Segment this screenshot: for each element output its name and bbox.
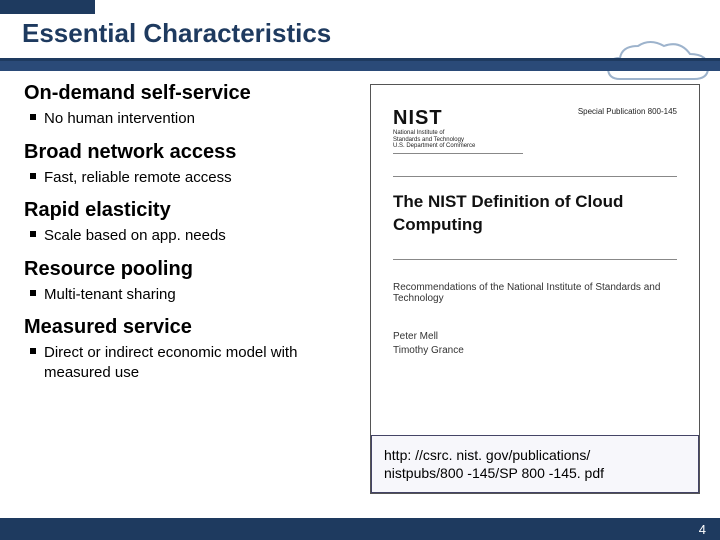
document-authors: Peter Mell Timothy Grance xyxy=(393,330,677,358)
section-head: Rapid elasticity xyxy=(24,199,354,222)
section-head: Resource pooling xyxy=(24,258,354,281)
top-accent-bar xyxy=(0,0,95,14)
footer-bar: 4 xyxy=(0,518,720,540)
bullet-item: Multi-tenant sharing xyxy=(24,285,354,305)
bullet-item: Fast, reliable remote access xyxy=(24,168,354,188)
document-figure: NIST National Institute of Standards and… xyxy=(370,84,700,494)
page-number: 4 xyxy=(699,522,706,537)
title-rule-thick xyxy=(0,61,720,71)
divider xyxy=(393,259,677,260)
bullet-item: Direct or indirect economic model with m… xyxy=(24,343,354,382)
bullet-item: Scale based on app. needs xyxy=(24,226,354,246)
nist-logo-subtext: U.S. Department of Commerce xyxy=(393,143,475,149)
url-caption: http: //csrc. nist. gov/publications/ ni… xyxy=(371,435,699,493)
divider xyxy=(393,176,677,177)
publication-number: Special Publication 800-145 xyxy=(578,107,677,116)
document-subtitle: Recommendations of the National Institut… xyxy=(393,282,677,304)
bullet-item: No human intervention xyxy=(24,109,354,129)
slide: Essential Characteristics On-demand self… xyxy=(0,0,720,540)
content-column: On-demand self-service No human interven… xyxy=(24,82,354,384)
nist-logo: NIST National Institute of Standards and… xyxy=(393,107,523,154)
section-head: On-demand self-service xyxy=(24,82,354,105)
slide-title: Essential Characteristics xyxy=(22,18,331,49)
section-head: Measured service xyxy=(24,316,354,339)
document-title: The NIST Definition of Cloud Computing xyxy=(393,191,677,237)
document-cover: NIST National Institute of Standards and… xyxy=(371,85,699,435)
nist-logo-subtext: National Institute of xyxy=(393,130,444,136)
nist-logo-text: NIST xyxy=(393,107,523,130)
section-head: Broad network access xyxy=(24,141,354,164)
nist-logo-subtext: Standards and Technology xyxy=(393,137,464,143)
